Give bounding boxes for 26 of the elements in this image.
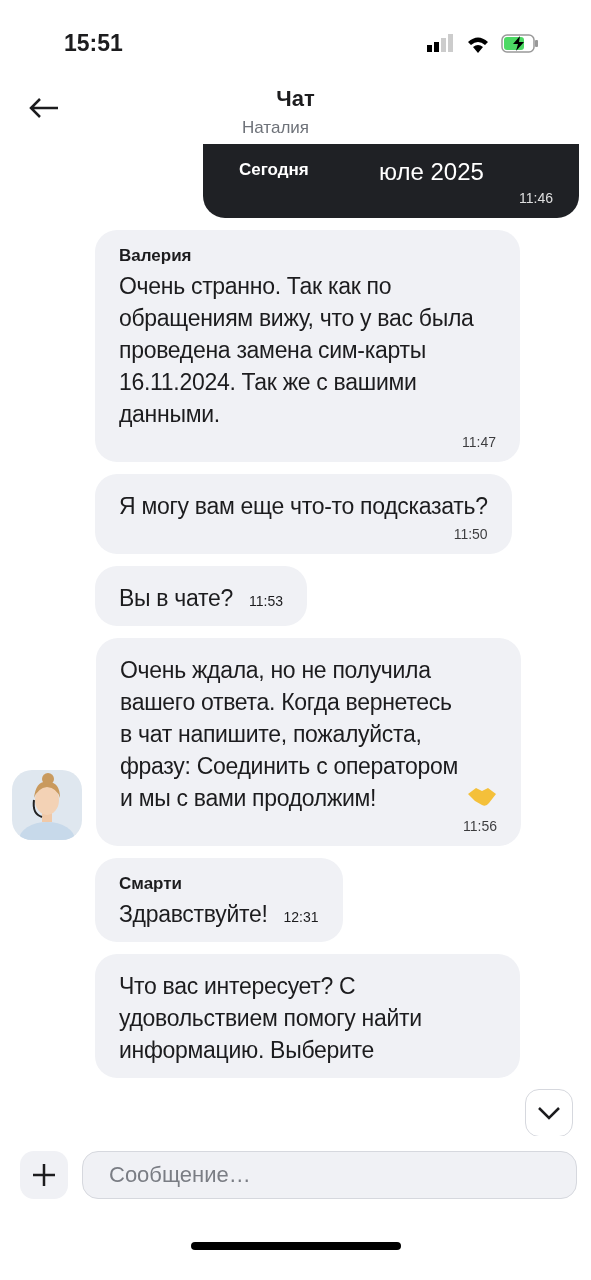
sender-name: Смарти bbox=[119, 874, 184, 894]
message-text: Что вас интересует? С удовольствием помогу найти информацию. Выберите bbox=[119, 973, 422, 1063]
message-text: Здравствуйте! bbox=[119, 901, 268, 927]
chevron-down-icon bbox=[537, 1106, 561, 1120]
sender-name: Валерия bbox=[119, 246, 193, 266]
message-text: Я могу вам еще что-то подсказать? bbox=[119, 493, 488, 519]
chat-subtitle: Наталия bbox=[242, 118, 309, 138]
scroll-down-button[interactable] bbox=[525, 1089, 573, 1136]
message-time: 11:56 bbox=[463, 818, 497, 834]
message-time: 11:50 bbox=[453, 526, 488, 542]
status-time: 15:51 bbox=[64, 29, 123, 57]
message-field[interactable]: Сообщение… bbox=[82, 1151, 577, 1199]
message-text: Вы в чате? bbox=[119, 585, 233, 611]
message-text: юле 2025 bbox=[379, 158, 484, 186]
message-time: 11:46 bbox=[519, 190, 553, 206]
message-time: 11:47 bbox=[462, 434, 496, 450]
message-time: 12:31 bbox=[283, 909, 319, 925]
plus-icon bbox=[31, 1162, 57, 1188]
chat-title: Чат bbox=[276, 86, 315, 112]
battery-icon bbox=[501, 33, 539, 53]
back-arrow-icon bbox=[28, 96, 60, 120]
attach-button[interactable] bbox=[20, 1151, 68, 1199]
message-time: 11:53 bbox=[249, 593, 283, 609]
message-text: Очень ждала, но не получила вашего ответа. Когда вернетесь в чат напишите, пожалуйста, фразу: Соединить с оператором и мы с вами продолжим! bbox=[120, 656, 459, 813]
signal-icon bbox=[427, 34, 455, 52]
message-text: Очень странно. Так как по обращениям вижу, что у вас была проведена замена сим-карты 16.11.2024. Так же с вашими данными. bbox=[119, 273, 474, 427]
